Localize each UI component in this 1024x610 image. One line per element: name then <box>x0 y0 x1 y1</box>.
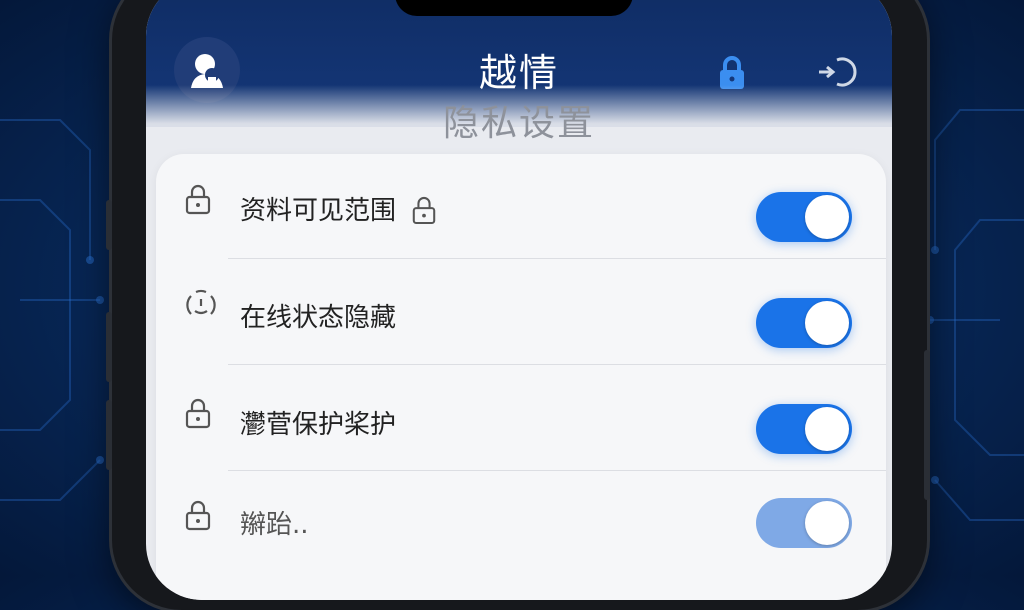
online-status-toggle[interactable] <box>756 298 852 348</box>
setting-row-protection: 灪菅保护桨护 <box>156 366 886 471</box>
camera-notch <box>395 0 633 16</box>
lock-icon <box>184 396 212 434</box>
divider <box>228 470 886 471</box>
volume-up-button <box>106 200 112 250</box>
toggle-knob <box>805 407 849 451</box>
setting-label: 辮跆.. <box>240 510 309 540</box>
toggle-knob <box>805 501 849 545</box>
divider <box>228 258 886 259</box>
setting-row-online-status: 在线状态隐藏 <box>156 260 886 365</box>
profile-visibility-toggle[interactable] <box>756 192 852 242</box>
power-button <box>924 350 930 500</box>
page-title: 隐私设置 <box>442 103 595 144</box>
divider <box>228 364 886 365</box>
settings-card: 资料可见范围 在线状态隐藏 灪菅保护桨护 辮跆.. <box>156 154 886 600</box>
misc-toggle[interactable] <box>756 498 852 548</box>
setting-row-misc: 辮跆.. <box>156 472 886 577</box>
protection-toggle[interactable] <box>756 404 852 454</box>
setting-label: 灪菅保护桨护 <box>240 410 397 440</box>
lock-icon <box>411 194 437 230</box>
face-icon <box>184 288 218 326</box>
setting-row-profile-visibility: 资料可见范围 <box>156 154 886 259</box>
volume-down-button <box>106 312 112 382</box>
toggle-knob <box>805 301 849 345</box>
setting-label: 在线状态隐藏 <box>240 303 397 333</box>
mute-switch <box>106 400 112 470</box>
phone-screen: 越情 隐私设置 资料可见范围 在线状态隐藏 灪菅保护桨护 辮跆.. <box>146 0 892 600</box>
lock-icon <box>184 182 212 220</box>
setting-label: 资料可见范围 <box>240 196 397 226</box>
lock-icon <box>184 498 212 536</box>
toggle-knob <box>805 195 849 239</box>
